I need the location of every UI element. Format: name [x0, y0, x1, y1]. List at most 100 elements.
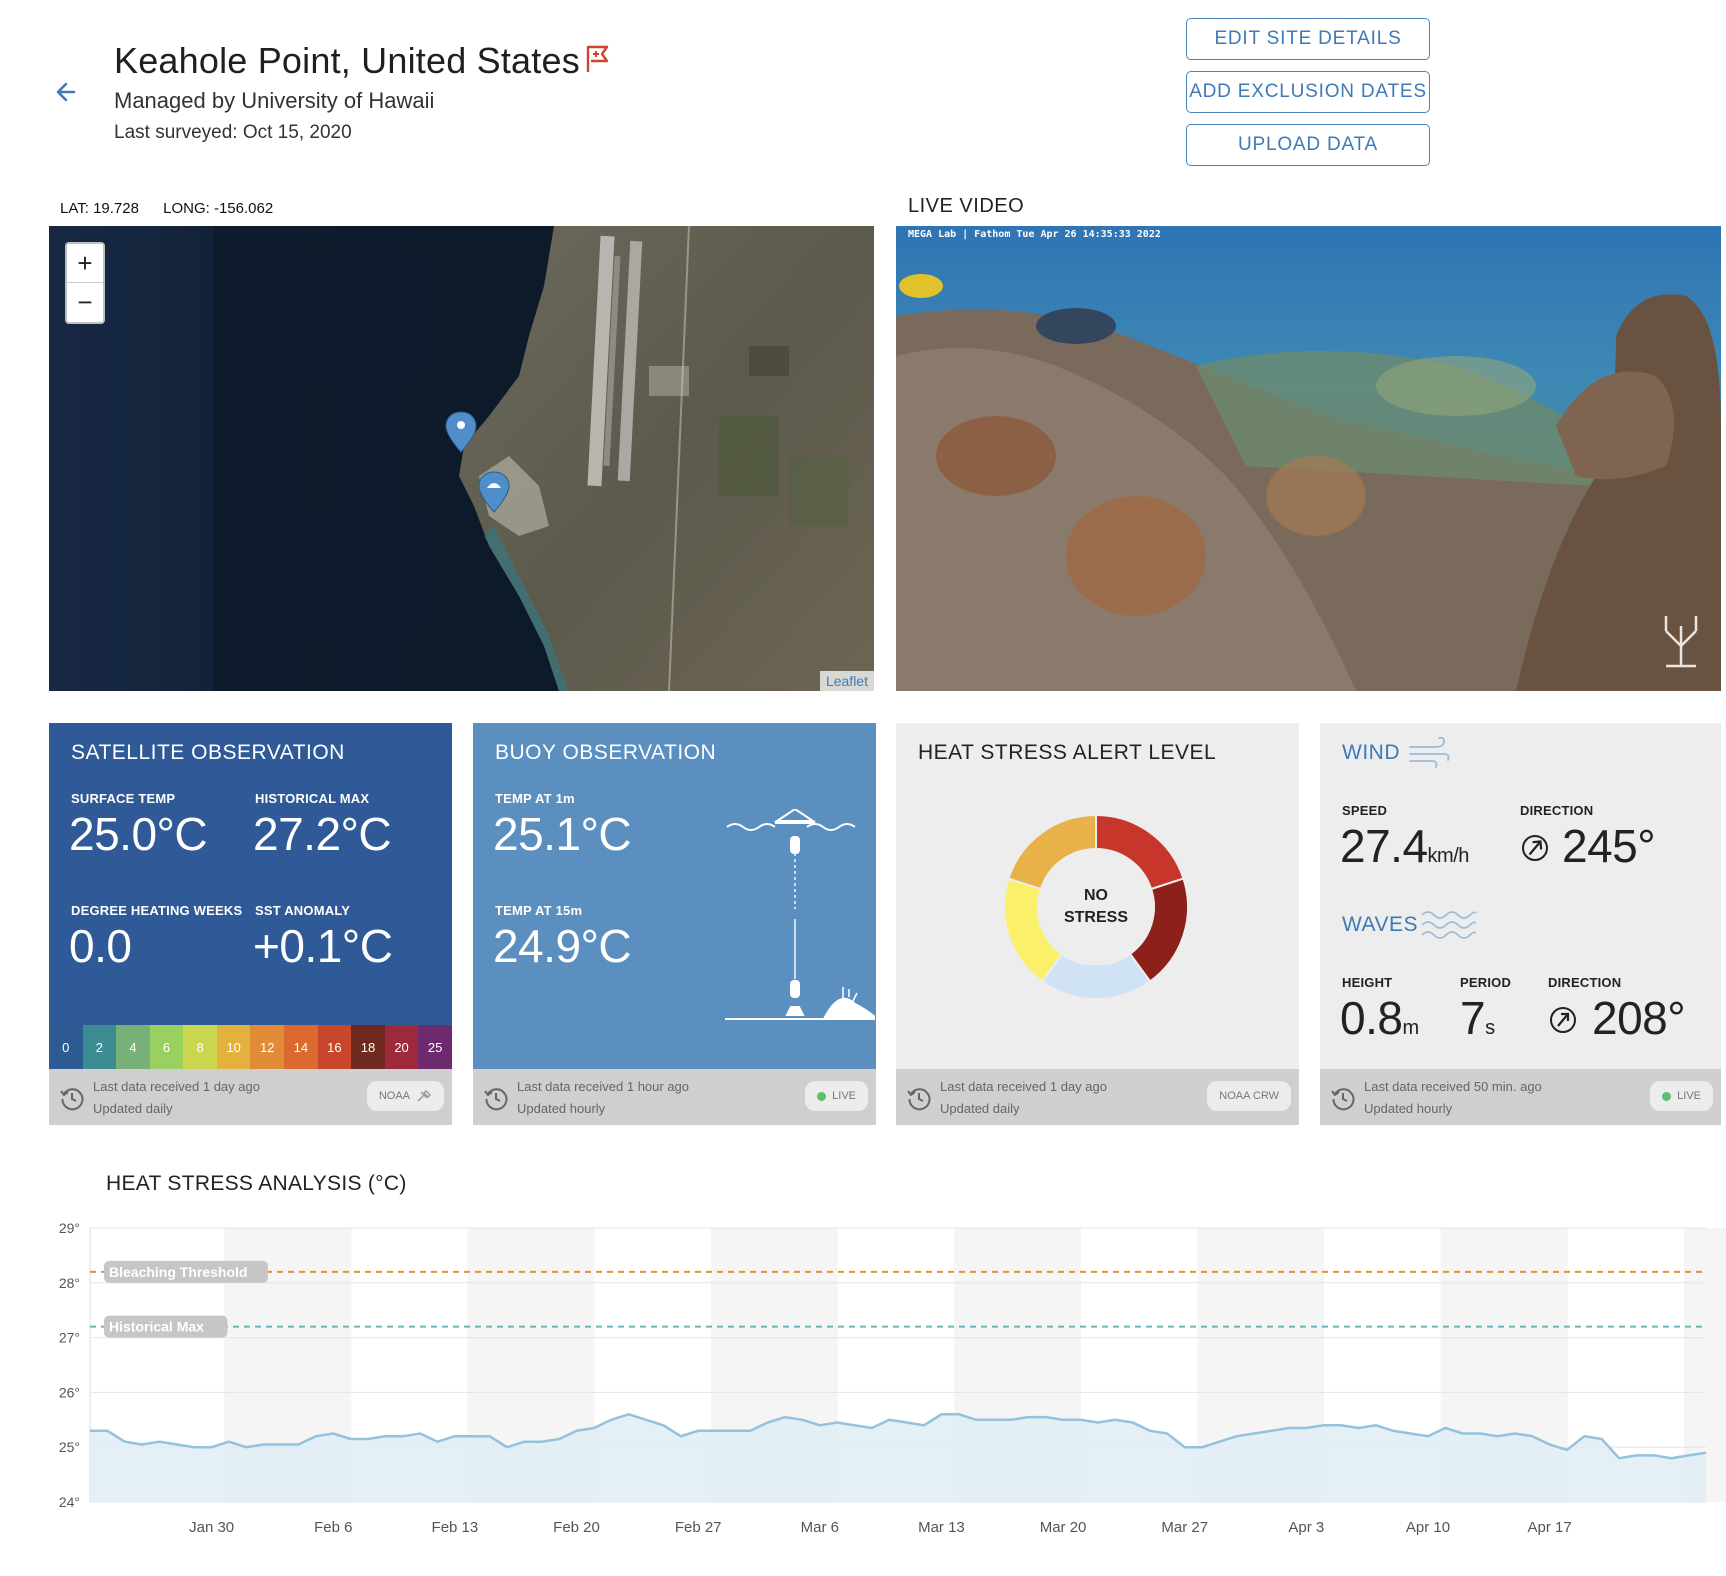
scale-step: 14 — [284, 1025, 318, 1069]
x-tick-label: Mar 6 — [801, 1519, 839, 1536]
wind-speed-value: 27.4 — [1340, 820, 1428, 872]
x-tick-label: Apr 17 — [1528, 1519, 1572, 1536]
warning-segment — [1007, 813, 1097, 891]
wind-direction-compass-icon — [1522, 835, 1548, 861]
live-video-player[interactable]: MEGA Lab | Fathom Tue Apr 26 14:35:33 20… — [896, 226, 1721, 691]
card-footer: Last data received 50 min. ago Updated h… — [1320, 1069, 1721, 1125]
temp-15m-value: 24.9°C — [493, 920, 632, 972]
wind-direction-label: DIRECTION — [1520, 803, 1594, 818]
longitude: LONG: -156.062 — [163, 200, 274, 217]
wave-period-label: PERIOD — [1460, 975, 1512, 990]
wave-period-value: 7 — [1460, 992, 1486, 1044]
refresh-clock-icon — [1331, 1088, 1355, 1111]
live-dot-icon — [1662, 1091, 1672, 1101]
heat-stress-alert-card: HEAT STRESS ALERT LEVEL NO STRESS Last d… — [896, 723, 1299, 1125]
x-tick-label: Feb 13 — [432, 1519, 479, 1536]
zoom-out-button[interactable]: − — [67, 283, 103, 322]
noaa-crw-source-badge[interactable]: NOAA CRW — [1207, 1081, 1291, 1111]
waves-icon — [1421, 911, 1477, 939]
noaa-source-badge[interactable]: NOAA — [366, 1081, 444, 1111]
update-frequency: Updated hourly — [1364, 1101, 1453, 1116]
surface-temp-value: 25.0°C — [69, 808, 208, 860]
update-frequency: Updated hourly — [517, 1101, 606, 1116]
wind-speed-label: SPEED — [1342, 803, 1388, 818]
wind-waves-card: WIND SPEED 27.4km/h DIRECTION 245° WAVES… — [1320, 723, 1721, 1125]
satellite-observation-card: SATELLITE OBSERVATION SURFACE TEMP 25.0°… — [49, 723, 452, 1125]
site-map[interactable]: + − Leaflet — [49, 226, 874, 691]
card-footer: Last data received 1 hour ago Updated ho… — [473, 1069, 876, 1125]
latitude: LAT: 19.728 — [60, 200, 139, 217]
historical-max-label: Historical Max — [109, 1319, 204, 1335]
sst-anomaly-label: SST ANOMALY — [255, 903, 351, 918]
badge-label: LIVE — [832, 1090, 856, 1102]
scale-step: 10 — [216, 1025, 251, 1069]
live-badge[interactable]: LIVE — [1650, 1081, 1713, 1111]
scale-step: 0 — [49, 1025, 83, 1069]
y-tick-label: 29° — [59, 1220, 80, 1236]
wave-direction-compass-icon — [1550, 1007, 1576, 1033]
x-tick-label: Jan 30 — [189, 1519, 234, 1536]
x-tick-label: Apr 3 — [1288, 1519, 1324, 1536]
update-frequency: Updated daily — [940, 1101, 1020, 1116]
chart-title: HEAT STRESS ANALYSIS (°C) — [106, 1172, 407, 1195]
edit-site-details-button[interactable]: EDIT SITE DETAILS — [1186, 18, 1430, 60]
scale-step: 2 — [82, 1025, 117, 1069]
x-tick-label: Mar 27 — [1161, 1519, 1208, 1536]
scale-step: 6 — [149, 1025, 184, 1069]
heat-stress-chart[interactable]: 24° 25° 26° 27° 28° 29° Bleaching Threshold His… — [0, 1210, 1726, 1576]
card-footer: Last data received 1 day ago Updated dai… — [896, 1069, 1299, 1125]
wind-title: WIND — [1342, 741, 1400, 764]
temp-1m-value: 25.1°C — [493, 808, 632, 860]
live-video-title: LIVE VIDEO — [908, 195, 1025, 217]
video-timestamp: MEGA Lab | Fathom Tue Apr 26 14:35:33 20… — [908, 229, 1161, 240]
badge-label: LIVE — [1677, 1090, 1701, 1102]
y-tick-label: 27° — [59, 1330, 80, 1346]
yellow-tang-fish-icon — [899, 274, 943, 298]
refresh-clock-icon — [484, 1088, 508, 1111]
card-title: SATELLITE OBSERVATION — [71, 741, 345, 764]
waves-title: WAVES — [1342, 913, 1419, 936]
wave-period: 7s — [1460, 991, 1495, 1045]
bookmark-flag-icon[interactable] — [584, 44, 612, 74]
bleaching-threshold-label: Bleaching Threshold — [109, 1264, 247, 1280]
x-tick-label: Mar 13 — [918, 1519, 965, 1536]
zoom-control: + − — [65, 242, 105, 324]
upload-data-button[interactable]: UPLOAD DATA — [1186, 124, 1430, 166]
degree-heating-weeks-label: DEGREE HEATING WEEKS — [71, 903, 243, 918]
refresh-clock-icon — [60, 1088, 84, 1111]
wind-icon — [1409, 737, 1450, 768]
scale-step: 18 — [351, 1025, 385, 1069]
site-title: Keahole Point, United States — [114, 40, 580, 81]
live-dot-icon — [817, 1091, 827, 1101]
badge-label: NOAA — [378, 1090, 410, 1102]
x-tick-label: Feb 27 — [675, 1519, 722, 1536]
last-data-received: Last data received 1 hour ago — [517, 1079, 690, 1094]
satellite-imagery — [49, 226, 874, 691]
satellite-icon — [417, 1090, 431, 1102]
live-badge[interactable]: LIVE — [805, 1081, 868, 1111]
card-title: HEAT STRESS ALERT LEVEL — [918, 741, 1217, 764]
temp-1m-label: TEMP AT 1m — [495, 791, 575, 806]
zoom-in-button[interactable]: + — [67, 244, 103, 283]
buoy-diagram-icon — [725, 809, 875, 1020]
badge-label: NOAA CRW — [1219, 1090, 1279, 1102]
last-data-received: Last data received 1 day ago — [940, 1079, 1107, 1094]
leaflet-attribution-link[interactable]: Leaflet — [819, 671, 874, 691]
back-arrow-icon[interactable] — [52, 78, 80, 106]
x-tick-label: Feb 6 — [314, 1519, 352, 1536]
historical-max-label: HISTORICAL MAX — [255, 791, 370, 806]
coordinates: LAT: 19.728 LONG: -156.062 — [60, 200, 293, 217]
card-title: BUOY OBSERVATION — [495, 741, 717, 764]
alert-level-1-segment — [1095, 813, 1185, 891]
refresh-clock-icon — [907, 1088, 931, 1111]
scale-step: 4 — [116, 1025, 150, 1069]
y-tick-label: 26° — [59, 1384, 80, 1400]
temp-15m-label: TEMP AT 15m — [495, 903, 583, 918]
add-exclusion-dates-button[interactable]: ADD EXCLUSION DATES — [1186, 71, 1430, 113]
alert-status: NO STRESS — [1036, 885, 1156, 929]
last-data-received: Last data received 1 day ago — [93, 1079, 260, 1094]
scale-step: 12 — [250, 1025, 285, 1069]
wave-height-value: 0.8 — [1340, 992, 1403, 1044]
scale-step: 16 — [317, 1025, 352, 1069]
wave-direction-label: DIRECTION — [1548, 975, 1622, 990]
